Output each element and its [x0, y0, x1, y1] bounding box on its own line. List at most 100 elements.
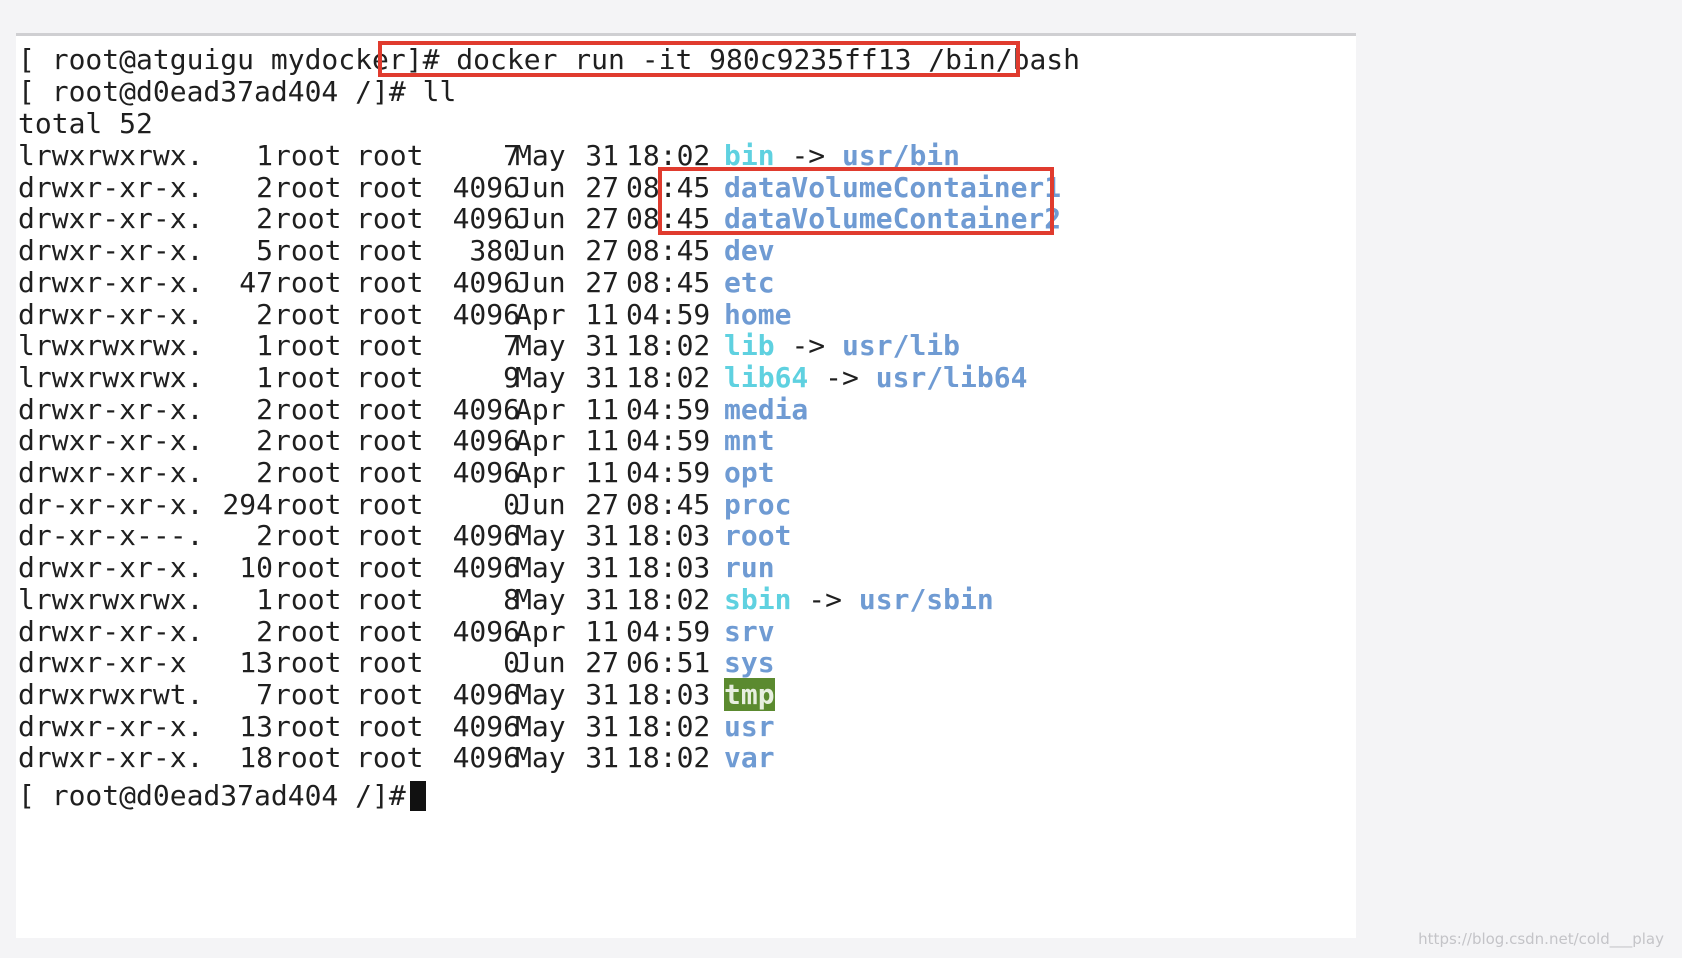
file-name: tmp: [724, 677, 775, 711]
listing-time: 08:45: [626, 170, 711, 204]
listing-links: 1: [256, 139, 273, 172]
listing-mon: May: [515, 360, 566, 394]
listing-name: root: [724, 519, 791, 553]
listing-size: 4096: [452, 519, 520, 553]
listing-mon: May: [515, 551, 566, 585]
listing-name: sys: [724, 646, 775, 680]
listing-size: 4096: [452, 677, 520, 711]
listing-perm: drwxr-xr-x.: [18, 741, 204, 775]
listing-owner: root: [274, 582, 342, 616]
listing-day: 31: [585, 709, 619, 743]
listing-group: root: [356, 329, 424, 363]
listing-name: home: [724, 298, 791, 332]
listing-links: 2: [256, 614, 273, 648]
listing-name: bin -> usr/bin: [724, 139, 960, 173]
listing-day: 27: [585, 646, 619, 680]
listing-perm: drwxr-xr-x.: [18, 265, 204, 299]
listing-mon: Jun: [515, 170, 566, 204]
file-name: root: [724, 519, 792, 553]
listing-perm: dr-xr-x---.: [18, 519, 204, 553]
listing-owner: root: [274, 234, 342, 268]
listing-time: 04:59: [626, 456, 711, 489]
listing-group: root: [356, 392, 424, 426]
listing-perm: drwxr-xr-x.: [18, 614, 204, 648]
listing-group: root: [356, 551, 424, 585]
file-name: usr: [724, 709, 775, 743]
listing-time: 08:45: [626, 202, 711, 236]
listing-day: 31: [585, 360, 619, 394]
listing-owner: root: [274, 360, 342, 394]
listing-owner: root: [274, 424, 342, 458]
listing-owner: root: [274, 551, 342, 585]
listing-size: 4096: [452, 170, 520, 204]
listing-size: 9: [503, 360, 520, 394]
listing-size: 0: [503, 487, 520, 521]
file-name: lib: [724, 329, 775, 363]
listing-name: usr: [724, 710, 775, 744]
listing-links: 18: [239, 741, 273, 775]
listing-mon: Jun: [515, 487, 566, 521]
listing-perm: drwxr-xr-x.: [18, 202, 204, 236]
listing-mon: May: [515, 329, 566, 363]
listing-perm: drwxr-xr-x.: [18, 392, 204, 426]
listing-links: 47: [239, 265, 273, 299]
listing-perm: drwxrwxrwt.: [18, 677, 204, 711]
listing-day: 31: [585, 139, 619, 172]
listing-group: root: [356, 519, 424, 553]
listing-perm: drwxr-xr-x: [18, 646, 187, 680]
listing-name: srv: [724, 615, 775, 649]
listing-links: 1: [256, 582, 273, 616]
listing-group: root: [356, 170, 424, 204]
listing-mon: May: [515, 582, 566, 616]
file-name: dev: [724, 234, 775, 268]
listing-size: 7: [503, 139, 520, 172]
listing-name: mnt: [724, 424, 775, 458]
listing-mon: May: [515, 741, 566, 775]
listing-links: 2: [256, 297, 273, 331]
listing-mon: May: [515, 709, 566, 743]
file-name: opt: [724, 456, 775, 489]
listing-links: 7: [256, 677, 273, 711]
listing-mon: Apr: [515, 424, 566, 458]
file-name: sys: [724, 646, 775, 680]
terminal-window[interactable]: [ root@atguigu mydocker]# docker run -it…: [16, 33, 1356, 938]
symlink-target: usr/bin: [842, 139, 961, 172]
symlink-arrow: ->: [791, 329, 826, 363]
listing-mon: May: [515, 519, 566, 553]
listing-day: 27: [585, 202, 619, 236]
listing-name: dataVolumeContainer2: [724, 202, 1061, 236]
listing-time: 18:02: [626, 329, 711, 363]
command-line-ll: [ root@d0ead37ad404 /]# ll: [18, 75, 456, 109]
listing-time: 18:03: [626, 677, 711, 711]
listing-day: 27: [585, 265, 619, 299]
listing-perm: drwxr-xr-x.: [18, 234, 204, 268]
file-name: proc: [724, 487, 792, 521]
listing-group: root: [356, 202, 424, 236]
listing-mon: Jun: [515, 202, 566, 236]
listing-perm: drwxr-xr-x.: [18, 551, 204, 585]
listing-time: 18:02: [626, 360, 711, 394]
listing-day: 31: [585, 741, 619, 775]
listing-time: 18:02: [626, 139, 711, 172]
listing-name: tmp: [724, 677, 775, 712]
listing-group: root: [356, 677, 424, 711]
listing-time: 08:45: [626, 265, 711, 299]
total-line: total 52: [18, 107, 153, 140]
listing-day: 11: [585, 456, 619, 489]
file-name: run: [724, 551, 775, 585]
listing-day: 27: [585, 170, 619, 204]
listing-size: 4096: [452, 741, 520, 775]
listing-perm: drwxr-xr-x.: [18, 297, 204, 331]
listing-group: root: [356, 487, 424, 521]
listing-time: 18:03: [626, 519, 711, 553]
symlink-arrow: ->: [825, 360, 859, 394]
listing-owner: root: [274, 202, 342, 236]
final-prompt-line[interactable]: [ root@d0ead37ad404 /]#: [18, 779, 426, 813]
listing-day: 11: [585, 614, 619, 648]
listing-mon: Apr: [515, 614, 566, 648]
listing-links: 1: [256, 329, 273, 363]
symlink-arrow: ->: [808, 582, 843, 616]
listing-mon: May: [515, 139, 566, 172]
listing-links: 2: [256, 519, 273, 553]
docker-run-command: docker run -it 980c9235ff13 /bin/bash: [456, 43, 1081, 76]
